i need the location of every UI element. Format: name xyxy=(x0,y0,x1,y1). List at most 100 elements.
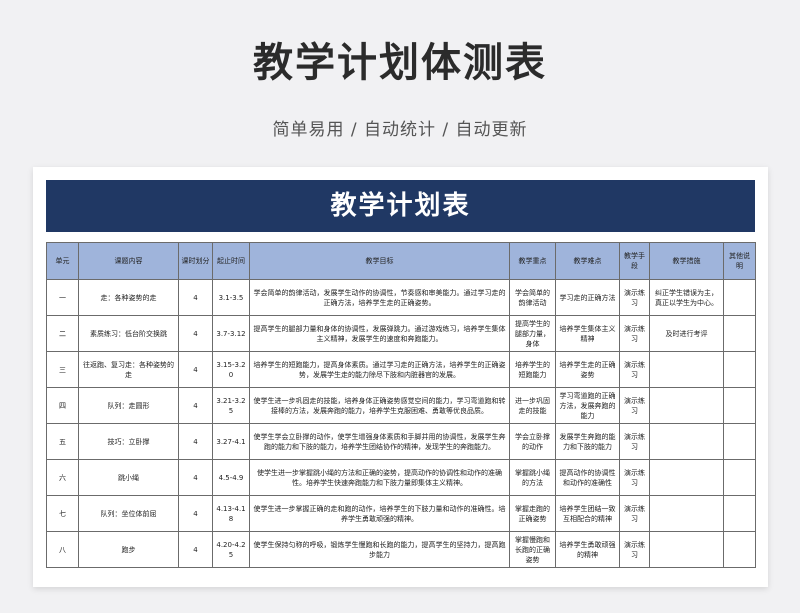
cell-notes[interactable] xyxy=(723,459,756,496)
cell-unit[interactable]: 四 xyxy=(46,387,79,424)
page-subtitle: 简单易用 / 自动统计 / 自动更新 xyxy=(272,120,528,140)
cell-unit[interactable]: 八 xyxy=(46,531,79,568)
cell-unit[interactable]: 五 xyxy=(46,423,79,460)
cell-notes[interactable] xyxy=(723,315,756,352)
cell-hours[interactable]: 4 xyxy=(178,423,213,460)
cell-notes[interactable] xyxy=(723,531,756,568)
cell-key[interactable]: 学会简单的韵律活动 xyxy=(509,279,556,316)
cell-notes[interactable] xyxy=(723,495,756,532)
cell-measures[interactable] xyxy=(649,423,724,460)
table-row: 二 素质练习：低台阶交换跳 4 3.7-3.12 提高学生的腿部力量和身体的协调… xyxy=(46,315,756,352)
cell-goal[interactable]: 使学生进一步掌握跳小绳的方法和正确的姿势，提高动作的协调性和动作的准确性。培养学… xyxy=(249,459,510,496)
cell-measures[interactable] xyxy=(649,387,724,424)
cell-goal[interactable]: 提高学生的腿部力量和身体的协调性，发展弹跳力。通过游戏练习，培养学生集体主义精神… xyxy=(249,315,510,352)
col-header-time: 起止时间 xyxy=(212,242,250,280)
col-header-goal: 教学目标 xyxy=(249,242,510,280)
col-header-content: 课题内容 xyxy=(78,242,179,280)
cell-content[interactable]: 跑步 xyxy=(78,531,179,568)
cell-means[interactable]: 演示练习 xyxy=(619,351,650,388)
cell-difficulty[interactable]: 培养学生走的正确姿势 xyxy=(555,351,620,388)
plan-table: 单元 课题内容 课时划分 起止时间 教学目标 教学重点 教学难点 教学手段 教学… xyxy=(46,242,756,568)
cell-time[interactable]: 3.15-3.20 xyxy=(212,351,250,388)
cell-notes[interactable] xyxy=(723,279,756,316)
cell-goal[interactable]: 使学生进一步掌握正确的走和跑的动作，培养学生的下肢力量和动作的准确性。培养学生勇… xyxy=(249,495,510,532)
cell-means[interactable]: 演示练习 xyxy=(619,279,650,316)
cell-unit[interactable]: 六 xyxy=(46,459,79,496)
cell-time[interactable]: 4.20-4.25 xyxy=(212,531,250,568)
cell-content[interactable]: 技巧：立卧撑 xyxy=(78,423,179,460)
col-header-unit: 单元 xyxy=(46,242,79,280)
cell-content[interactable]: 往返跑、复习走：各种姿势的走 xyxy=(78,351,179,388)
cell-content[interactable]: 素质练习：低台阶交换跳 xyxy=(78,315,179,352)
cell-hours[interactable]: 4 xyxy=(178,351,213,388)
cell-goal[interactable]: 培养学生的短跑能力，提高身体素质。通过学习走的正确方法，培养学生的正确姿势，发展… xyxy=(249,351,510,388)
cell-goal[interactable]: 学会简单的韵律活动，发展学生动作的协调性，节奏感和审美能力。通过学习走的正确方法… xyxy=(249,279,510,316)
cell-time[interactable]: 3.27-4.1 xyxy=(212,423,250,460)
cell-unit[interactable]: 三 xyxy=(46,351,79,388)
cell-key[interactable]: 提高学生的腿部力量，身体 xyxy=(509,315,556,352)
cell-difficulty[interactable]: 学习走的正确方法 xyxy=(555,279,620,316)
cell-means[interactable]: 演示练习 xyxy=(619,423,650,460)
cell-measures[interactable] xyxy=(649,459,724,496)
cell-content[interactable]: 走：各种姿势的走 xyxy=(78,279,179,316)
cell-measures[interactable] xyxy=(649,495,724,532)
cell-goal[interactable]: 使学生进一步巩固走的技能，培养身体正确姿势感觉空间的能力，学习弯道跑和转接棒的方… xyxy=(249,387,510,424)
cell-key[interactable]: 掌握慢跑和长跑的正确姿势 xyxy=(509,531,556,568)
col-header-measures: 教学措施 xyxy=(649,242,724,280)
cell-unit[interactable]: 二 xyxy=(46,315,79,352)
cell-difficulty[interactable]: 培养学生团结一致互相配合的精神 xyxy=(555,495,620,532)
cell-means[interactable]: 演示练习 xyxy=(619,387,650,424)
cell-content[interactable]: 跳小绳 xyxy=(78,459,179,496)
col-header-difficulty: 教学难点 xyxy=(555,242,620,280)
cell-means[interactable]: 演示练习 xyxy=(619,459,650,496)
cell-difficulty[interactable]: 培养学生勇敢顽强的精神 xyxy=(555,531,620,568)
table-row: 五 技巧：立卧撑 4 3.27-4.1 使学生学会立卧撑的动作，使学生增强身体素… xyxy=(46,423,756,460)
col-header-hours: 课时划分 xyxy=(178,242,213,280)
cell-unit[interactable]: 七 xyxy=(46,495,79,532)
cell-means[interactable]: 演示练习 xyxy=(619,531,650,568)
cell-means[interactable]: 演示练习 xyxy=(619,495,650,532)
cell-time[interactable]: 4.5-4.9 xyxy=(212,459,250,496)
cell-key[interactable]: 培养学生的短跑能力 xyxy=(509,351,556,388)
cell-time[interactable]: 3.7-3.12 xyxy=(212,315,250,352)
sheet-title: 教学计划表 xyxy=(46,180,755,232)
cell-hours[interactable]: 4 xyxy=(178,531,213,568)
cell-means[interactable]: 演示练习 xyxy=(619,315,650,352)
cell-difficulty[interactable]: 发展学生奔跑的能力和下肢的能力 xyxy=(555,423,620,460)
table-header-row: 单元 课题内容 课时划分 起止时间 教学目标 教学重点 教学难点 教学手段 教学… xyxy=(46,242,756,280)
cell-time[interactable]: 3.1-3.5 xyxy=(212,279,250,316)
cell-time[interactable]: 4.13-4.18 xyxy=(212,495,250,532)
table-row: 一 走：各种姿势的走 4 3.1-3.5 学会简单的韵律活动，发展学生动作的协调… xyxy=(46,279,756,316)
cell-goal[interactable]: 使学生学会立卧撑的动作，使学生增强身体素质和手脚并用的协调性，发展学生奔跑的能力… xyxy=(249,423,510,460)
cell-key[interactable]: 学会立卧撑的动作 xyxy=(509,423,556,460)
cell-key[interactable]: 掌握走跑的正确姿势 xyxy=(509,495,556,532)
table-row: 三 往返跑、复习走：各种姿势的走 4 3.15-3.20 培养学生的短跑能力，提… xyxy=(46,351,756,388)
cell-measures[interactable] xyxy=(649,531,724,568)
cell-key[interactable]: 掌握跳小绳的方法 xyxy=(509,459,556,496)
cell-notes[interactable] xyxy=(723,351,756,388)
cell-content[interactable]: 队列：走圆形 xyxy=(78,387,179,424)
cell-key[interactable]: 进一步巩固走的技能 xyxy=(509,387,556,424)
cell-content[interactable]: 队列：坐位体前屈 xyxy=(78,495,179,532)
cell-goal[interactable]: 使学生保持匀称的呼吸，锻炼学生慢跑和长跑的能力，提高学生的坚持力，提高跑步能力 xyxy=(249,531,510,568)
cell-measures[interactable] xyxy=(649,351,724,388)
cell-difficulty[interactable]: 培养学生集体主义精神 xyxy=(555,315,620,352)
cell-hours[interactable]: 4 xyxy=(178,279,213,316)
table-row: 四 队列：走圆形 4 3.21-3.25 使学生进一步巩固走的技能，培养身体正确… xyxy=(46,387,756,424)
cell-unit[interactable]: 一 xyxy=(46,279,79,316)
cell-measures[interactable]: 纠正学生错误为主，真正以学生为中心。 xyxy=(649,279,724,316)
cell-difficulty[interactable]: 学习弯道跑的正确方法，发展奔跑的能力 xyxy=(555,387,620,424)
table-row: 六 跳小绳 4 4.5-4.9 使学生进一步掌握跳小绳的方法和正确的姿势，提高动… xyxy=(46,459,756,496)
cell-time[interactable]: 3.21-3.25 xyxy=(212,387,250,424)
cell-measures[interactable]: 及时进行考评 xyxy=(649,315,724,352)
cell-hours[interactable]: 4 xyxy=(178,315,213,352)
sheet-card: 教学计划表 单元 课题内容 课时划分 起止时间 教学目标 教学重点 教学难点 教 xyxy=(33,167,768,587)
cell-hours[interactable]: 4 xyxy=(178,387,213,424)
cell-hours[interactable]: 4 xyxy=(178,459,213,496)
cell-difficulty[interactable]: 提高动作的协调性和动作的准确性 xyxy=(555,459,620,496)
col-header-notes: 其他说明 xyxy=(723,242,756,280)
col-header-key: 教学重点 xyxy=(509,242,556,280)
cell-notes[interactable] xyxy=(723,387,756,424)
cell-notes[interactable] xyxy=(723,423,756,460)
cell-hours[interactable]: 4 xyxy=(178,495,213,532)
